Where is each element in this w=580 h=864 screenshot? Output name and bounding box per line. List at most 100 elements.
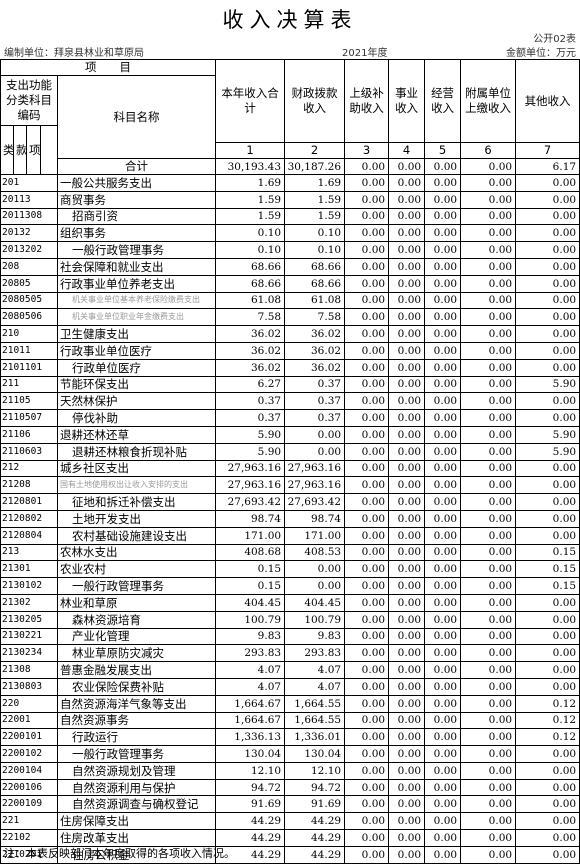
subject-name: 林业草原防灾减灾	[56, 644, 217, 663]
table-row: 2013202 一般行政管理事务 0.10 0.10 0.00 0.00 0.00 0.00 0…	[0, 241, 580, 259]
value-cell-5: 0.00	[424, 543, 462, 562]
value-cell-2: 1,664.55	[284, 711, 346, 730]
value-cell-1: 68.66	[215, 257, 286, 276]
subject-name: 行政事业单位医疗	[56, 341, 217, 360]
value-cell-5: 0.00	[424, 509, 462, 528]
value-cell-2: 27,693.42	[284, 493, 346, 511]
value-cell-6: 0.00	[460, 308, 517, 327]
value-cell-1: 293.83	[215, 644, 286, 663]
value-cell-7: 0.00	[515, 761, 580, 780]
value-cell-6: 0.00	[460, 661, 517, 679]
value-cell-6: 0.00	[460, 694, 517, 713]
value-cell-7: 0.00	[515, 610, 580, 629]
value-cell-5: 0.00	[424, 291, 462, 310]
value-cell-5: 0.00	[424, 241, 462, 259]
value-cell-1: 100.79	[215, 610, 286, 629]
value-cell-6: 0.00	[460, 627, 517, 646]
col-index-5: 5	[424, 142, 462, 159]
value-cell-6: 0.00	[460, 711, 517, 730]
value-cell-7: 0.00	[515, 593, 580, 612]
table-row: 2080505 机关事业单位基本养老保险缴费支出 61.08 61.08 0.00 0.0…	[0, 291, 580, 310]
value-cell-3: 0.00	[344, 845, 390, 864]
page-title: 收入决算表	[222, 8, 358, 32]
value-cell-6: 0.00	[460, 190, 517, 209]
value-cell-3: 0.00	[344, 509, 390, 528]
value-cell-5: 0.00	[424, 812, 462, 831]
table-row: 21302 林业和草原 404.45 404.45 0.00 0.00 0.00 0.00 0.…	[0, 593, 580, 612]
table-row: 221 住房保障支出 44.29 44.29 0.00 0.00 0.00 0.00 0.00	[0, 812, 580, 831]
value-cell-3: 0.00	[344, 677, 390, 696]
value-cell-1: 44.29	[215, 829, 286, 847]
value-cell-7: 0.15	[515, 577, 580, 595]
col-index-4: 4	[388, 142, 426, 159]
value-cell-3: 0.00	[344, 375, 390, 394]
value-cell-1: 36.02	[215, 341, 286, 360]
value-cell-5: 0.00	[424, 375, 462, 394]
fiscal-year: 2021年度	[342, 48, 388, 59]
value-cell-4: 0.00	[388, 190, 426, 209]
value-cell-4: 0.00	[388, 207, 426, 226]
value-cell-4: 0.00	[388, 509, 426, 528]
value-cell-3: 0.00	[344, 560, 390, 579]
subject-name: 卫生健康支出	[56, 325, 217, 343]
value-cell-7: 0.00	[515, 291, 580, 310]
table-row: 211 节能环保支出 6.27 0.37 0.00 0.00 0.00 0.00 5.90	[0, 375, 580, 394]
value-cell-5: 0.00	[424, 644, 462, 663]
value-cell-6: 0.00	[460, 493, 517, 511]
value-cell-4: 0.00	[388, 694, 426, 713]
value-cell-3: 0.00	[344, 627, 390, 646]
subject-name: 节能环保支出	[56, 375, 217, 394]
value-cell-3: 0.00	[344, 241, 390, 259]
subject-code: 22001	[0, 711, 58, 730]
value-cell-4: 0.00	[388, 442, 426, 461]
value-cell-6: 0.00	[460, 459, 517, 478]
subject-name: 城乡社区支出	[56, 459, 217, 478]
value-cell-1: 5.90	[215, 442, 286, 461]
value-cell-1: 1.59	[215, 190, 286, 209]
subject-name: 机关事业单位职业年金缴费支出	[56, 308, 217, 327]
table-row: 2120804 农村基础设施建设支出 171.00 171.00 0.00 0.00 0.0…	[0, 526, 580, 545]
value-cell-1: 27,963.16	[215, 459, 286, 478]
table-row: 213 农林水支出 408.68 408.53 0.00 0.00 0.00 0.00 0.15	[0, 543, 580, 562]
col-header-3: 上级补助收入	[344, 59, 390, 143]
value-cell-1: 36.02	[215, 325, 286, 343]
value-cell-2: 36.02	[284, 325, 346, 343]
subject-code: 2110603	[0, 442, 58, 461]
value-cell-3: 0.00	[344, 190, 390, 209]
value-cell-6: 0.00	[460, 610, 517, 629]
col-header-7: 其他收入	[515, 59, 580, 143]
col-header-1: 本年收入合计	[215, 59, 286, 143]
value-cell-6: 0.00	[460, 728, 517, 747]
value-cell-2: 27,963.16	[284, 476, 346, 495]
value-cell-4: 0.00	[388, 610, 426, 629]
value-cell-6: 0.00	[460, 593, 517, 612]
table-row: 2200104 自然资源规划及管理 12.10 12.10 0.00 0.00 0.00 0.…	[0, 761, 580, 780]
value-cell-2: 68.66	[284, 257, 346, 276]
subject-name: 一般行政管理事务	[56, 745, 217, 763]
value-cell-1: 0.37	[215, 409, 286, 427]
value-cell-3: 0.00	[344, 543, 390, 562]
subject-name: 自然资源调查与确权登记	[56, 795, 217, 814]
value-cell-1: 12.10	[215, 761, 286, 780]
value-cell-1: 0.15	[215, 560, 286, 579]
value-cell-7: 0.00	[515, 476, 580, 495]
table-row: 2130102 一般行政管理事务 0.15 0.00 0.00 0.00 0.00 0.00 0…	[0, 577, 580, 595]
value-cell-6: 0.00	[460, 526, 517, 545]
value-cell-5: 0.00	[424, 325, 462, 343]
subject-name: 产业化管理	[56, 627, 217, 646]
value-cell-6: 0.00	[460, 677, 517, 696]
value-cell-1: 1,664.67	[215, 711, 286, 730]
value-cell-3: 0.00	[344, 610, 390, 629]
table-row: 20805 行政事业单位养老支出 68.66 68.66 0.00 0.00 0.00 0.0…	[0, 274, 580, 293]
total-label: 合计	[56, 158, 217, 175]
table-row: 21011 行政事业单位医疗 36.02 36.02 0.00 0.00 0.00 0.00 0…	[0, 341, 580, 360]
subject-code: 213	[0, 543, 58, 562]
value-cell-4: 0.00	[388, 627, 426, 646]
value-cell-3: 0.00	[344, 291, 390, 310]
subject-code: 21105	[0, 392, 58, 411]
table-row: 2120801 征地和拆迁补偿支出 27,693.42 27,693.42 0.00 0.…	[0, 493, 580, 511]
value-cell-7: 0.00	[515, 207, 580, 226]
value-cell-3: 0.00	[344, 476, 390, 495]
value-cell-4: 0.00	[388, 526, 426, 545]
value-cell-6: 0.00	[460, 829, 517, 847]
